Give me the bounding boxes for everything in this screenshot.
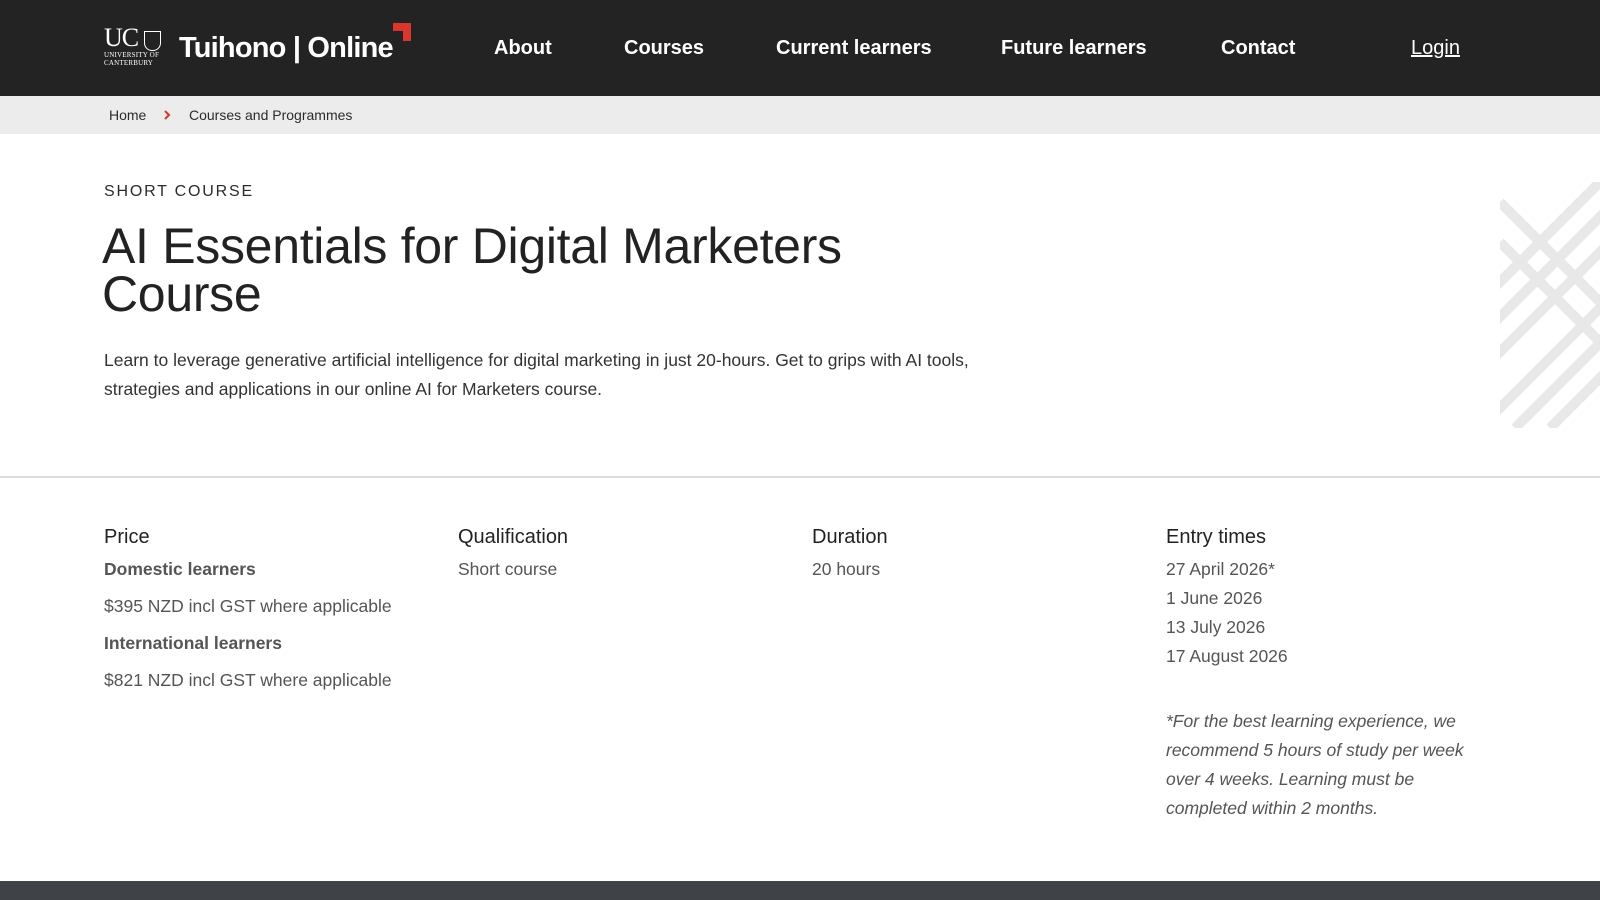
qualification-heading: Qualification bbox=[458, 526, 569, 548]
site-header: UC UNIVERSITY OF CANTERBURY Tuihono | On… bbox=[0, 0, 1600, 96]
breadcrumb-current: Courses and Programmes bbox=[189, 107, 353, 123]
entry-date: 1 June 2026 bbox=[1166, 588, 1263, 608]
domestic-learners-label: Domestic learners bbox=[104, 559, 256, 579]
duration-heading: Duration bbox=[812, 526, 888, 548]
domestic-price: $395 NZD incl GST where applicable bbox=[104, 596, 392, 616]
entry-date: 17 August 2026 bbox=[1166, 646, 1288, 666]
study-recommendation-note: *For the best learning experience, we re… bbox=[1166, 711, 1464, 818]
entry-times-heading: Entry times bbox=[1166, 526, 1267, 548]
price-column: Price Domestic learners $395 NZD incl GS… bbox=[104, 523, 434, 690]
qualification-column: Qualification Short course bbox=[458, 523, 788, 584]
course-intro: Learn to leverage generative artificial … bbox=[104, 350, 969, 399]
section-divider bbox=[0, 476, 1600, 478]
duration-column: Duration 20 hours bbox=[812, 523, 1142, 584]
decorative-pattern bbox=[1500, 182, 1600, 428]
entry-date: 27 April 2026* bbox=[1166, 559, 1275, 579]
login-link[interactable]: Login bbox=[1411, 34, 1460, 62]
nav-about[interactable]: About bbox=[494, 34, 552, 62]
qualification-value: Short course bbox=[458, 559, 558, 579]
duration-value: 20 hours bbox=[812, 559, 881, 579]
international-learners-label: International learners bbox=[104, 633, 282, 653]
course-type-label: SHORT COURSE bbox=[104, 183, 254, 200]
entry-date: 13 July 2026 bbox=[1166, 617, 1266, 637]
international-price: $821 NZD incl GST where applicable bbox=[104, 670, 392, 690]
nav-contact[interactable]: Contact bbox=[1221, 34, 1295, 62]
nav-courses[interactable]: Courses bbox=[624, 34, 704, 62]
entry-dates-list: 27 April 2026* 1 June 2026 13 July 2026 … bbox=[1166, 555, 1288, 671]
nav-future-learners[interactable]: Future learners bbox=[1001, 34, 1147, 62]
entry-times-column: Entry times 27 April 2026* 1 June 2026 1… bbox=[1166, 523, 1496, 818]
price-heading: Price bbox=[104, 526, 150, 548]
breadcrumb: Home Courses and Programmes bbox=[0, 96, 1600, 134]
main-nav: About Courses Current learners Future le… bbox=[0, 34, 1600, 62]
page-title: AI Essentials for Digital Marketers Cour… bbox=[102, 218, 842, 322]
footer-band bbox=[0, 881, 1600, 900]
breadcrumb-home[interactable]: Home bbox=[109, 106, 146, 124]
nav-current-learners[interactable]: Current learners bbox=[776, 34, 932, 62]
chevron-right-icon bbox=[164, 110, 171, 120]
